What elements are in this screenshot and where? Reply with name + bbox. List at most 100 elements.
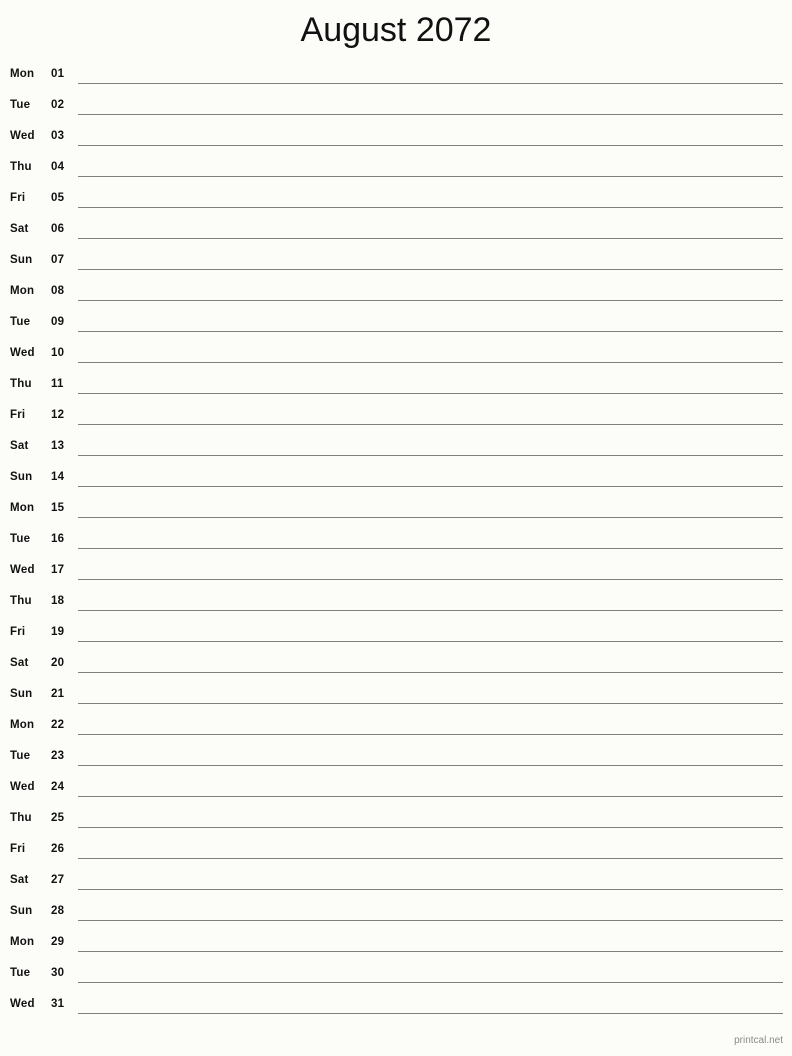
writing-line[interactable] [78, 486, 783, 487]
weekday-label: Tue [10, 316, 31, 328]
weekday-label: Thu [10, 595, 32, 607]
date-number: 16 [51, 533, 65, 545]
date-number: 07 [51, 254, 65, 266]
date-number: 09 [51, 316, 65, 328]
date-number: 24 [51, 781, 65, 793]
date-number: 25 [51, 812, 65, 824]
day-row: Mon 15 [0, 494, 792, 525]
footer-brand: printcal.net [734, 1035, 783, 1046]
date-number: 17 [51, 564, 65, 576]
day-row: Thu 18 [0, 587, 792, 618]
writing-line[interactable] [78, 920, 783, 921]
writing-line[interactable] [78, 114, 783, 115]
date-number: 01 [51, 68, 65, 80]
writing-line[interactable] [78, 765, 783, 766]
writing-line[interactable] [78, 238, 783, 239]
day-row: Fri 05 [0, 184, 792, 215]
writing-line[interactable] [78, 176, 783, 177]
day-row: Sun 14 [0, 463, 792, 494]
day-row: Wed 24 [0, 773, 792, 804]
date-number: 27 [51, 874, 65, 886]
day-row: Sun 21 [0, 680, 792, 711]
day-row: Mon 01 [0, 60, 792, 91]
weekday-label: Fri [10, 192, 26, 204]
writing-line[interactable] [78, 362, 783, 363]
weekday-label: Mon [10, 936, 35, 948]
writing-line[interactable] [78, 517, 783, 518]
writing-line[interactable] [78, 1013, 783, 1014]
date-number: 26 [51, 843, 65, 855]
day-row: Thu 25 [0, 804, 792, 835]
day-row: Mon 29 [0, 928, 792, 959]
date-number: 19 [51, 626, 65, 638]
weekday-label: Sun [10, 905, 33, 917]
date-number: 22 [51, 719, 65, 731]
writing-line[interactable] [78, 641, 783, 642]
writing-line[interactable] [78, 827, 783, 828]
writing-line[interactable] [78, 796, 783, 797]
day-row: Tue 02 [0, 91, 792, 122]
writing-line[interactable] [78, 734, 783, 735]
writing-line[interactable] [78, 982, 783, 983]
date-number: 14 [51, 471, 65, 483]
date-number: 03 [51, 130, 65, 142]
date-number: 02 [51, 99, 65, 111]
weekday-label: Tue [10, 99, 31, 111]
page-title: August 2072 [300, 11, 492, 49]
weekday-label: Tue [10, 967, 31, 979]
day-row: Mon 08 [0, 277, 792, 308]
day-row: Tue 16 [0, 525, 792, 556]
weekday-label: Thu [10, 812, 32, 824]
date-number: 23 [51, 750, 65, 762]
weekday-label: Wed [10, 347, 35, 359]
date-number: 21 [51, 688, 65, 700]
weekday-label: Sat [10, 223, 29, 235]
day-row: Fri 26 [0, 835, 792, 866]
writing-line[interactable] [78, 889, 783, 890]
writing-line[interactable] [78, 300, 783, 301]
date-number: 04 [51, 161, 65, 173]
day-row: Tue 23 [0, 742, 792, 773]
day-row: Wed 31 [0, 990, 792, 1021]
writing-line[interactable] [78, 858, 783, 859]
weekday-label: Tue [10, 750, 31, 762]
writing-line[interactable] [78, 207, 783, 208]
day-row: Fri 19 [0, 618, 792, 649]
date-number: 28 [51, 905, 65, 917]
writing-line[interactable] [78, 331, 783, 332]
writing-line[interactable] [78, 548, 783, 549]
weekday-label: Wed [10, 564, 35, 576]
day-row: Tue 09 [0, 308, 792, 339]
date-number: 12 [51, 409, 65, 421]
writing-line[interactable] [78, 145, 783, 146]
day-row: Sat 27 [0, 866, 792, 897]
weekday-label: Mon [10, 285, 35, 297]
day-row-list: Mon 01 Tue 02 Wed 03 Thu 04 Fri 05 Sat 06 Sun 07 Mon 08… [0, 60, 792, 1021]
weekday-label: Wed [10, 998, 35, 1010]
weekday-label: Fri [10, 409, 26, 421]
weekday-label: Fri [10, 843, 26, 855]
writing-line[interactable] [78, 393, 783, 394]
day-row: Wed 17 [0, 556, 792, 587]
day-row: Sat 06 [0, 215, 792, 246]
day-row: Tue 30 [0, 959, 792, 990]
writing-line[interactable] [78, 455, 783, 456]
weekday-label: Thu [10, 378, 32, 390]
writing-line[interactable] [78, 579, 783, 580]
writing-line[interactable] [78, 703, 783, 704]
writing-line[interactable] [78, 610, 783, 611]
writing-line[interactable] [78, 672, 783, 673]
weekday-label: Mon [10, 68, 35, 80]
writing-line[interactable] [78, 269, 783, 270]
writing-line[interactable] [78, 424, 783, 425]
day-row: Thu 04 [0, 153, 792, 184]
date-number: 30 [51, 967, 65, 979]
day-row: Wed 10 [0, 339, 792, 370]
writing-line[interactable] [78, 951, 783, 952]
writing-line[interactable] [78, 83, 783, 84]
date-number: 05 [51, 192, 65, 204]
weekday-label: Thu [10, 161, 32, 173]
date-number: 29 [51, 936, 65, 948]
weekday-label: Sat [10, 440, 29, 452]
weekday-label: Mon [10, 502, 35, 514]
